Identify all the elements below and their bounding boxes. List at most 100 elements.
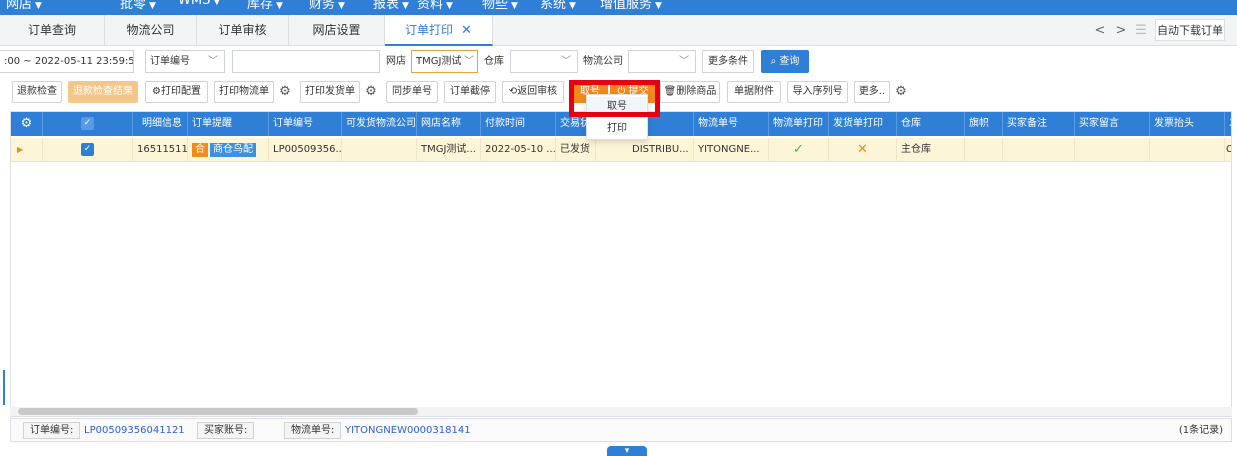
logistics-company-cell: DISTRIBU... [596,138,694,162]
column-header[interactable]: 买家留言 [1075,112,1150,136]
chevron-down-icon: ﹀ [464,56,474,67]
more-conditions-button[interactable]: 更多条件 [702,50,754,73]
top-menu-item[interactable]: 系统 ▼ [540,0,576,12]
close-icon[interactable]: ✕ [461,23,472,38]
tracking-number-label: 物流单号: [284,422,342,439]
delete-goods-button[interactable]: 🗑删除商品 [660,81,720,103]
tab-label: 订单打印 [405,23,454,37]
chevron-down-icon: ▼ [149,1,156,11]
top-menu-item[interactable]: 网店 ▼ [6,0,42,12]
warehouse-select[interactable]: ﹀ [510,50,578,73]
top-menu-label: 报表 [373,0,400,12]
menu-icon[interactable]: ☰ [1131,15,1151,46]
top-menu-item[interactable]: 财务 ▼ [309,0,345,12]
top-menu-label: 资料 [417,0,444,12]
top-menu-label: 财务 [309,0,336,12]
record-count: (1条记录) [1178,425,1223,436]
date-range-input[interactable]: :00 ~ 2022-05-11 23:59:59 [0,50,134,73]
order-type-select[interactable]: 订单编号 ﹀ [145,50,225,73]
table-row[interactable]: ▶ ✓ 16511511261 合商仓鸟配 LP00509356... TMGJ… [11,138,1231,162]
chevron-down-icon: ▼ [276,1,283,11]
shop-value: TMGJ测试 [416,56,462,67]
refund-check-button[interactable]: 退款检查 [12,81,62,103]
chevron-down-icon: ▼ [338,1,345,11]
chevron-right-icon[interactable]: > [1111,15,1131,46]
shop-select[interactable]: TMGJ测试 ﹀ [411,50,478,73]
sync-number-button[interactable]: 同步单号 [386,81,438,103]
buyer-remark-cell [1003,138,1075,162]
gear-icon[interactable]: ⚙ [276,82,294,102]
top-menu-label: 增值服务 [600,0,653,12]
print-logistics-button[interactable]: 打印物流单 [214,81,274,103]
combine-badge: 合 [192,143,208,157]
tab-order-print[interactable]: 订单打印 ✕ [385,15,493,46]
print-config-button[interactable]: ⚙打印配置 [145,81,208,103]
column-header[interactable]: 发货单打印 [829,112,897,136]
gear-icon[interactable]: ⚙ [892,82,910,102]
tab-label: 物流公司 [126,23,175,37]
column-header[interactable]: 订单编号 [269,112,342,136]
warehouse-label: 仓库 [484,56,504,67]
select-all-checkbox[interactable]: ✓ [43,112,133,136]
column-header[interactable]: 旗帜 [965,112,1003,136]
chevron-down-icon: ﹀ [679,56,689,67]
top-menu-label: 网店 [6,0,33,12]
logistics-company-label: 物流公司 [583,56,623,67]
print-config-label: 打印配置 [160,86,201,97]
order-number-value[interactable]: LP00509356041121 [84,422,185,439]
top-menu-item[interactable]: 增值服务 ▼ [600,0,662,12]
tab-label: 订单查询 [27,23,76,37]
column-header[interactable]: 可发货物流公司 [342,112,417,136]
attachment-button[interactable]: 单据附件 [727,81,781,103]
top-menu-label: 库存 [247,0,274,12]
column-header[interactable]: 明细信息 [133,112,188,136]
column-header[interactable]: 发票抬头 [1150,112,1225,136]
order-number-input[interactable] [232,50,380,73]
chevron-left-icon[interactable]: < [1090,15,1110,46]
top-menu-item[interactable]: WMS ▼ [178,0,220,8]
dropdown-item-print[interactable]: 打印 [587,119,647,139]
column-header[interactable]: 仓库 [897,112,965,136]
tab-order-query[interactable]: 订单查询 [0,15,105,46]
column-header[interactable]: 物流单号 [694,112,769,136]
chevron-down-icon: ▼ [402,1,409,11]
auto-download-orders-button[interactable]: 自动下载订单 [1155,19,1225,41]
top-menu-item[interactable]: 报表 ▼ [373,0,409,12]
order-intercept-button[interactable]: 订单截停 [444,81,496,103]
print-invoice-button[interactable]: 打印发货单 [300,81,360,103]
tracking-number-value[interactable]: YITONGNEW0000318141 [345,422,471,439]
top-menu-label: WMS [178,0,211,8]
column-header[interactable]: 买家备注 [1003,112,1075,136]
gear-icon[interactable]: ⚙ [362,82,380,102]
row-checkbox[interactable]: ✓ [43,138,133,162]
scrollbar-thumb[interactable] [18,408,418,415]
top-menu-item[interactable]: 物些 ▼ [482,0,518,12]
import-serial-button[interactable]: 导入序列号 [787,81,848,103]
collapse-handle[interactable]: ▾ [607,446,647,456]
logistics-company-select[interactable]: ﹀ [628,50,696,73]
expand-arrow-icon[interactable]: ▶ [11,138,43,162]
refund-result-button[interactable]: 退款检查结果 [68,81,138,103]
query-button[interactable]: ⌕ 查询 [761,50,809,73]
gear-icon[interactable]: ⚙ [11,112,43,136]
tab-shop-settings[interactable]: 网店设置 [289,15,385,46]
top-menu-item[interactable]: 库存 ▼ [247,0,283,12]
column-header[interactable]: 发 [1225,112,1231,136]
more-button[interactable]: 更多.. [854,81,890,103]
side-indicator [3,370,5,405]
cross-icon: ✕ [829,138,897,162]
tab-order-review[interactable]: 订单审核 [197,15,289,46]
column-header[interactable]: 物流单打印 [769,112,829,136]
order-reminder-cell: 合商仓鸟配 [188,138,269,162]
return-review-button[interactable]: ⟲返回审核 [502,81,564,103]
column-header[interactable]: 网店名称 [417,112,481,136]
chevron-down-icon: ▼ [569,1,576,11]
top-menu-item[interactable]: 资料 ▼ [417,0,453,12]
top-menu-item[interactable]: 批零 ▼ [120,0,156,12]
order-number-cell: LP00509356... [269,138,342,162]
column-header[interactable]: 订单提醒 [188,112,269,136]
column-header[interactable]: 付款时间 [481,112,556,136]
date-range-value: :00 ~ 2022-05-11 23:59:59 [4,56,134,67]
horizontal-scrollbar[interactable] [10,407,1232,416]
tab-logistics-company[interactable]: 物流公司 [105,15,197,46]
